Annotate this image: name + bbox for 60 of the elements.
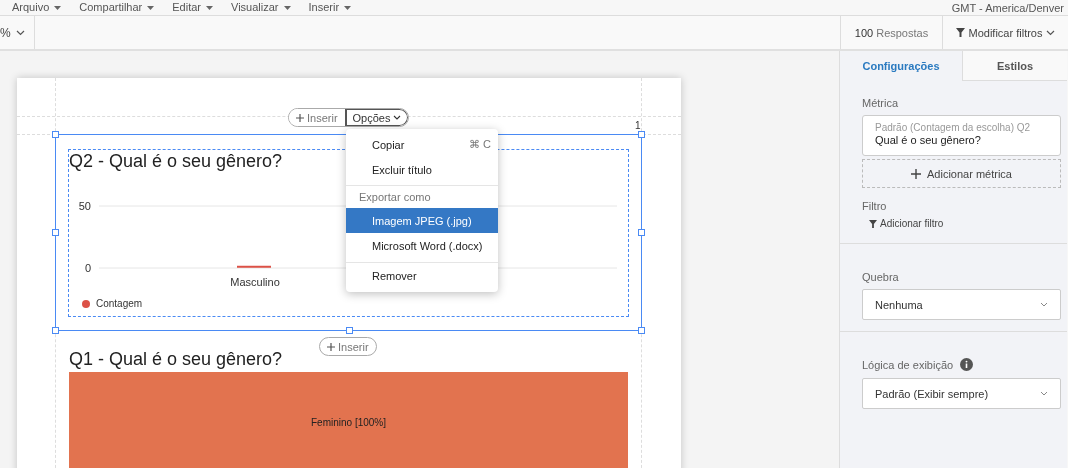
resize-handle[interactable]: [638, 327, 645, 334]
options-button[interactable]: Opções: [344, 109, 409, 126]
menu-item[interactable]: Excluir título: [346, 157, 498, 182]
legend-label: Contagem: [96, 298, 143, 309]
x-axis-label: Masculino: [230, 276, 280, 288]
chevron-down-icon: [393, 115, 402, 120]
widget-title: Q2 - Qual é o seu gênero?: [69, 150, 283, 172]
filter-icon: [955, 28, 965, 37]
menu-item[interactable]: Inserir: [308, 1, 352, 14]
breakdown-label: Quebra: [862, 271, 900, 283]
widget-title: Q1 - Qual é o seu gênero?: [69, 348, 283, 370]
menu-item[interactable]: Editar: [172, 1, 213, 14]
modify-filters-button[interactable]: Modificar filtros: [942, 16, 1068, 49]
timezone-label: GMT - America/Denver: [951, 1, 1064, 14]
zoom-dropdown[interactable]: %: [0, 16, 35, 49]
resize-handle[interactable]: [52, 327, 59, 334]
insert-button[interactable]: Inserir: [319, 337, 377, 356]
menu-item[interactable]: Arquivo: [12, 1, 62, 14]
metric-label: Métrica: [862, 97, 900, 109]
resize-handle[interactable]: [52, 131, 59, 138]
menu-item[interactable]: Visualizar: [231, 1, 291, 14]
display-logic-dropdown[interactable]: Padrão (Exibir sempre): [862, 378, 1061, 409]
resize-handle[interactable]: [346, 327, 353, 334]
filter-label: Filtro: [862, 200, 888, 212]
chevron-down-icon: [15, 29, 25, 36]
filter-icon: [869, 219, 877, 228]
resize-handle[interactable]: [638, 131, 645, 138]
plus-icon: [296, 113, 304, 122]
chevron-down-icon: [1046, 29, 1056, 36]
caret-icon: [147, 5, 155, 10]
resize-handle[interactable]: [638, 229, 645, 236]
menu-item[interactable]: Remover: [346, 262, 498, 288]
panel-tab[interactable]: Estilos: [962, 51, 1067, 81]
menu-item[interactable]: Copiar ⌘ C: [346, 132, 498, 157]
segment-label: Feminino [100%]: [310, 416, 386, 428]
caret-icon: [206, 5, 213, 10]
menu-item[interactable]: Compartilhar: [79, 1, 155, 14]
chevron-down-icon: [1040, 391, 1048, 396]
chevron-down-icon: [1040, 302, 1048, 307]
breakdown-dropdown[interactable]: Nenhuma: [862, 289, 1061, 320]
caret-icon: [283, 5, 291, 10]
caret-icon: [54, 5, 62, 10]
y-tick-label: 0: [84, 262, 91, 274]
metric-field[interactable]: Padrão (Contagem da escolha) Q2 Qual é o seu gênero?: [862, 115, 1061, 156]
info-icon[interactable]: [960, 358, 974, 371]
y-tick-label: 50: [78, 200, 91, 212]
resize-handle[interactable]: [52, 229, 59, 236]
menu-item[interactable]: Microsoft Word (.docx): [346, 233, 498, 258]
add-metric-button[interactable]: Adicionar métrica: [862, 159, 1061, 188]
display-logic-label: Lógica de exibição: [862, 358, 954, 371]
bar: [237, 265, 271, 268]
plus-icon: [911, 168, 921, 179]
add-filter-button[interactable]: Adicionar filtro: [862, 218, 944, 229]
menu-section-header: Exportar como: [358, 191, 432, 205]
responses-label: Respostas: [876, 26, 929, 39]
caret-icon: [344, 5, 352, 10]
plus-icon: [327, 342, 335, 351]
responses-count: 100: [854, 26, 874, 39]
page-number: 1: [635, 120, 641, 131]
menu-item[interactable]: Imagem JPEG (.jpg): [346, 208, 498, 233]
